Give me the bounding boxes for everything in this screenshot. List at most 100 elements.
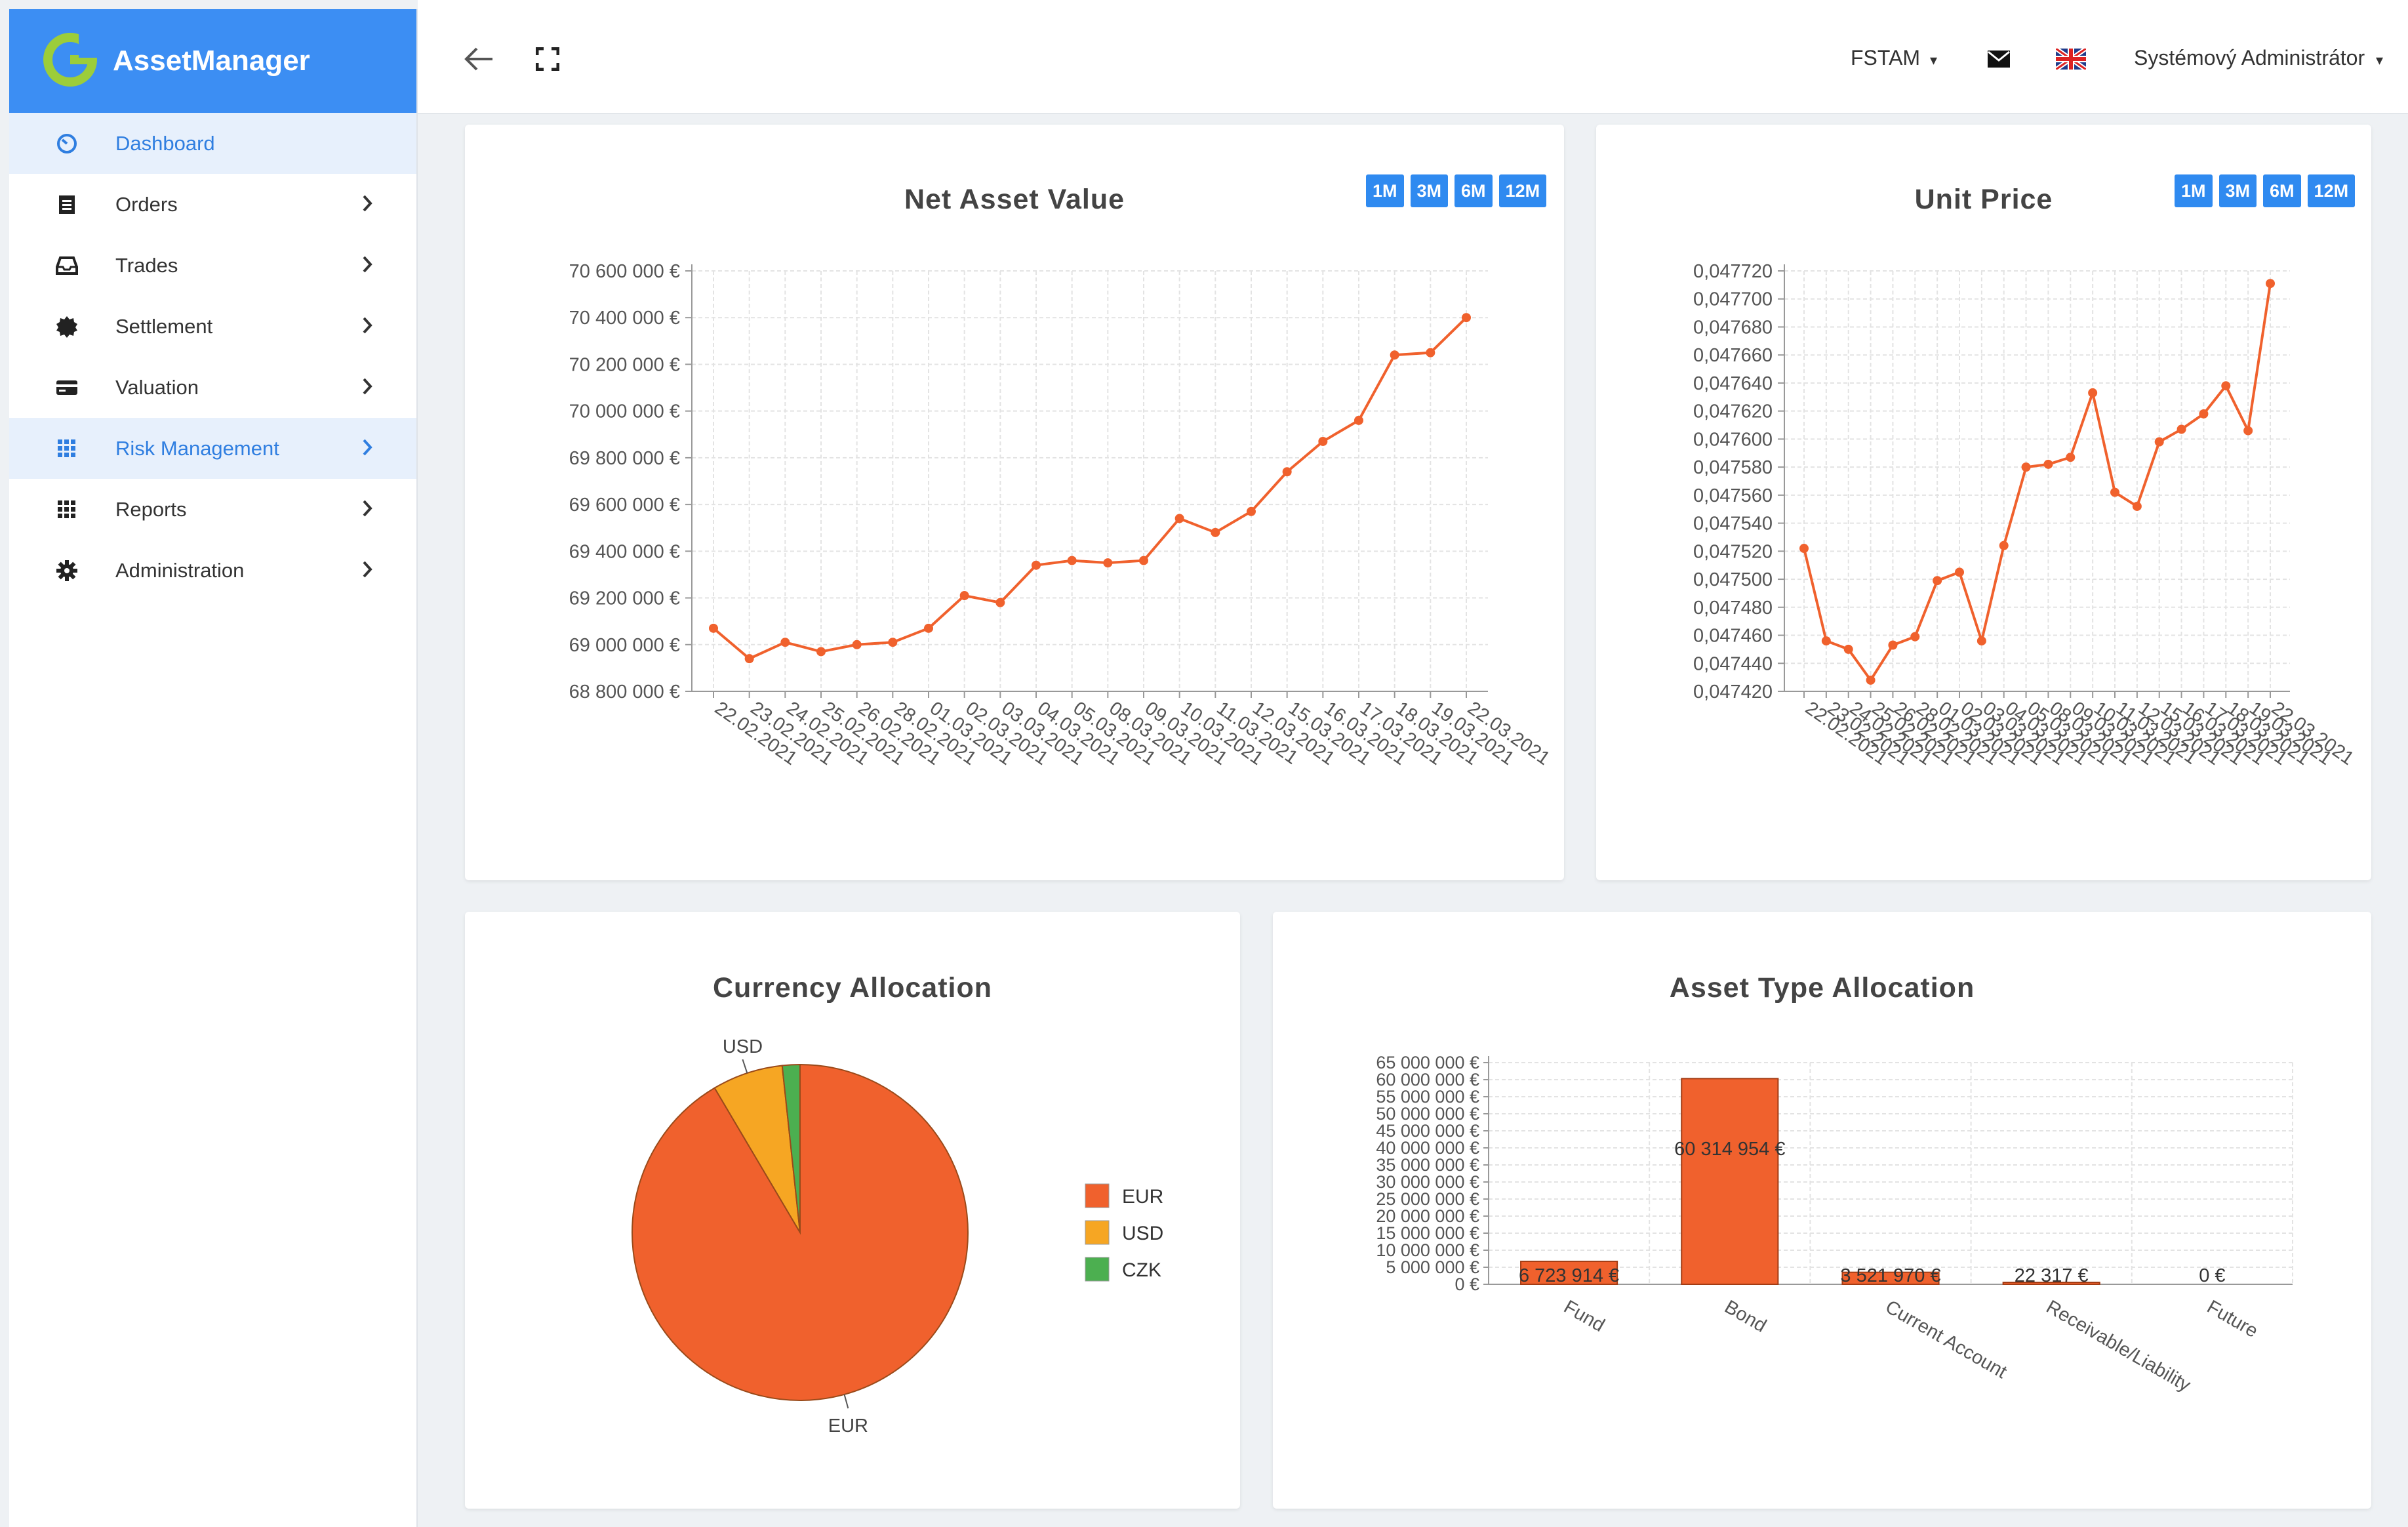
data-point (1999, 540, 2009, 550)
data-point (2066, 453, 2076, 462)
uk-flag-icon[interactable] (2055, 47, 2087, 73)
pie-label-line (742, 1059, 748, 1074)
brand-header[interactable]: AssetManager (9, 9, 416, 113)
legend-swatch (1085, 1183, 1110, 1208)
sidebar-item-administration[interactable]: Administration (9, 540, 416, 601)
data-point (1462, 313, 1471, 323)
sidebar-item-label: Risk Management (115, 436, 279, 460)
y-tick-label: 0,047520 (1693, 541, 1773, 562)
y-tick-label: 0,047480 (1693, 598, 1773, 619)
sidebar-item-dashboard[interactable]: Dashboard (9, 113, 416, 174)
y-tick-label: 60 000 000 € (1376, 1070, 1479, 1089)
legend-swatch (1085, 1257, 1110, 1282)
data-point (2132, 501, 2142, 511)
y-tick-label: 70 000 000 € (569, 401, 680, 422)
sidebar-item-label: Settlement (115, 314, 213, 338)
sidebar-item-settlement[interactable]: Settlement (9, 296, 416, 357)
sidebar-item-label: Reports (115, 497, 187, 521)
company-name: FSTAM (1851, 46, 1921, 70)
user-name: Systémový Administrátor (2134, 46, 2365, 70)
data-point (1318, 436, 1328, 446)
sidebar-item-orders[interactable]: Orders (9, 174, 416, 235)
chevron-right-icon (361, 558, 374, 586)
y-tick-label: 0,047700 (1693, 289, 1773, 310)
y-tick-label: 0,047660 (1693, 345, 1773, 366)
caret-down-icon: ▾ (1929, 52, 1937, 68)
sidebar-item-label: Trades (115, 253, 178, 277)
y-tick-label: 0,047560 (1693, 485, 1773, 506)
net-asset-value-chart: 68 800 000 € 69 000 000 € 69 200 000 € 69 4… (569, 261, 1554, 769)
fullscreen-icon[interactable] (535, 47, 560, 74)
y-tick-label: 55 000 000 € (1376, 1087, 1479, 1107)
currency-allocation-chart: EUR USD EUR USD CZK (631, 1036, 1163, 1436)
y-tick-label: 25 000 000 € (1376, 1189, 1479, 1209)
y-tick-label: 50 000 000 € (1376, 1104, 1479, 1124)
y-tick-label: 0,047540 (1693, 514, 1773, 535)
company-selector[interactable]: FSTAM ▾ (1851, 46, 1937, 70)
data-point (709, 623, 718, 633)
y-tick-label: 0,047580 (1693, 457, 1773, 478)
y-tick-label: 69 600 000 € (569, 495, 680, 516)
x-tick-label: Bond (1721, 1296, 1770, 1337)
data-point (744, 654, 754, 664)
chevron-right-icon (361, 375, 374, 403)
y-tick-label: 69 000 000 € (569, 635, 680, 656)
caret-down-icon: ▾ (2376, 52, 2384, 68)
grid-apps-icon (55, 498, 79, 521)
sidebar-item-label: Administration (115, 558, 245, 582)
y-tick-label: 10 000 000 € (1376, 1240, 1479, 1260)
unit-price-card: Unit Price 1M 3M 6M 12M 0,047420 0,047440… (1596, 125, 2371, 880)
data-point (2154, 437, 2164, 447)
data-point (1390, 350, 1399, 360)
y-tick-label: 20 000 000 € (1376, 1206, 1479, 1226)
user-menu[interactable]: Systémový Administrátor ▾ (2134, 46, 2383, 70)
x-tick-label: Future (2203, 1296, 2262, 1342)
data-point (1211, 527, 1220, 537)
chevron-right-icon (361, 253, 374, 281)
data-point (2266, 279, 2275, 289)
chevron-right-icon (361, 436, 374, 464)
inbox-tray-icon (55, 254, 79, 277)
y-tick-label: 0,047440 (1693, 653, 1773, 674)
data-point (780, 638, 790, 647)
bar-value-label: 6 723 914 € (1519, 1265, 1619, 1286)
sidebar-item-risk-management[interactable]: Risk Management (9, 418, 416, 479)
sidebar-item-trades[interactable]: Trades (9, 235, 416, 296)
back-arrow-icon[interactable] (464, 46, 494, 75)
data-point (2243, 426, 2253, 436)
bar-value-label: 3 521 970 € (1840, 1265, 1940, 1286)
sidebar-item-label: Orders (115, 192, 178, 216)
data-point (816, 647, 826, 657)
series-line (712, 316, 1468, 661)
sidebar: AssetManager Dashboard Orders Trades Set… (9, 9, 418, 1527)
y-tick-label: 0,047620 (1693, 401, 1773, 422)
y-tick-label: 5 000 000 € (1386, 1257, 1479, 1277)
x-tick-label: Fund (1560, 1296, 1608, 1336)
legend-label: USD (1122, 1223, 1163, 1244)
asset-type-allocation-card: Asset Type Allocation 0 €5 000 000 €10 0… (1273, 912, 2371, 1509)
data-point (1067, 556, 1077, 565)
y-tick-label: 69 800 000 € (569, 448, 680, 469)
y-tick-label: 15 000 000 € (1376, 1223, 1479, 1243)
sidebar-item-valuation[interactable]: Valuation (9, 357, 416, 418)
series-line (1803, 283, 2272, 683)
mail-envelope-icon[interactable] (1987, 50, 2011, 71)
legend-swatch (1085, 1220, 1110, 1245)
data-point (888, 638, 898, 647)
data-point (2199, 409, 2209, 418)
data-point (1799, 544, 1809, 554)
y-tick-label: 0,047460 (1693, 626, 1773, 647)
pie-label-line (843, 1394, 849, 1409)
sidebar-item-label: Valuation (115, 375, 199, 399)
sidebar-item-reports[interactable]: Reports (9, 479, 416, 540)
data-point (1843, 644, 1853, 654)
data-point (1977, 636, 1986, 646)
y-tick-label: 0,047680 (1693, 317, 1773, 338)
y-tick-label: 0,047500 (1693, 569, 1773, 590)
data-point (1282, 467, 1292, 477)
asset-type-allocation-chart: 0 €5 000 000 €10 000 000 €15 000 000 €20… (1376, 1053, 2293, 1396)
unit-price-chart: 0,047420 0,047440 0,047460 0,047480 0,047500… (1693, 261, 2358, 769)
dashboard-gauge-icon (55, 132, 79, 155)
top-bar: FSTAM ▾ Systémový Administrátor ▾ (418, 0, 2408, 114)
data-point (1103, 558, 1113, 568)
